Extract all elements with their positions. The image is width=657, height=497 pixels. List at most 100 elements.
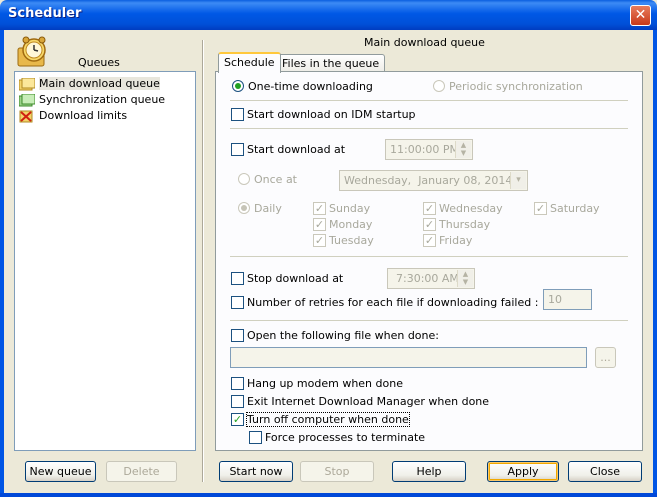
turn-off-checkbox[interactable]: ✓ Turn off computer when done: [231, 412, 410, 427]
checkmark-icon: ✓: [231, 412, 244, 426]
queue-item-label: Main download queue: [39, 77, 160, 90]
stop-download-at-checkbox[interactable]: Stop download at: [231, 271, 343, 286]
start-time-value: 11:00:00 PM: [390, 143, 460, 156]
stop-time-value: 7:30:00 AM: [396, 272, 459, 285]
retries-label: Number of retries for each file if downl…: [247, 296, 539, 309]
start-on-startup-label: Start download on IDM startup: [247, 108, 416, 121]
open-file-path-input[interactable]: [230, 347, 587, 368]
checkmark-icon: ✓: [534, 201, 547, 215]
radio-icon: [238, 173, 250, 185]
sync-folder-icon: [19, 93, 35, 106]
queue-item-sync[interactable]: Synchronization queue: [19, 92, 165, 107]
day-sunday-checkbox[interactable]: ✓ Sunday: [313, 201, 371, 216]
window-frame-left: [0, 30, 4, 497]
queue-item-limits[interactable]: Download limits: [19, 108, 127, 123]
day-tuesday-checkbox[interactable]: ✓ Tuesday: [313, 233, 374, 248]
day-wednesday-checkbox[interactable]: ✓ Wednesday: [423, 201, 503, 216]
queues-list[interactable]: Main download queue Synchronization queu…: [14, 71, 196, 451]
spinner-arrows-icon[interactable]: ▲ ▼: [455, 141, 471, 158]
day-label: Thursday: [439, 218, 491, 231]
day-monday-checkbox[interactable]: ✓ Monday: [313, 217, 373, 232]
stop-time-spinner[interactable]: 7:30:00 AM ▲ ▼: [387, 268, 475, 289]
start-download-at-checkbox[interactable]: Start download at: [231, 142, 346, 157]
checkbox-icon: [231, 376, 244, 390]
browse-file-button[interactable]: ...: [595, 347, 616, 368]
stop-button[interactable]: Stop: [300, 461, 374, 482]
close-window-button[interactable]: ✕: [630, 5, 651, 26]
help-button[interactable]: Help: [392, 461, 466, 482]
start-time-spinner[interactable]: 11:00:00 PM ▲ ▼: [385, 139, 473, 160]
queue-item-label: Synchronization queue: [39, 93, 166, 106]
periodic-sync-radio[interactable]: Periodic synchronization: [433, 80, 583, 94]
checkbox-icon: [231, 295, 244, 309]
daily-label: Daily: [254, 202, 282, 215]
checkbox-icon: [231, 142, 244, 156]
queue-item-label: Download limits: [39, 109, 128, 122]
start-now-button[interactable]: Start now: [219, 461, 293, 482]
periodic-sync-label: Periodic synchronization: [449, 80, 583, 93]
queues-label: Queues: [78, 56, 120, 69]
main-queue-title: Main download queue: [364, 36, 485, 49]
apply-button[interactable]: Apply: [487, 461, 559, 482]
date-value: January 08, 2014: [418, 174, 513, 187]
one-time-label: One-time downloading: [248, 80, 373, 93]
day-label: Wednesday: [439, 202, 503, 215]
day-thursday-checkbox[interactable]: ✓ Thursday: [423, 217, 491, 232]
hang-up-checkbox[interactable]: Hang up modem when done: [231, 376, 403, 391]
separator: [230, 100, 628, 101]
day-label: Monday: [329, 218, 373, 231]
date-picker[interactable]: Wednesday, January 08, 2014 ▾: [339, 170, 528, 191]
turn-off-label: Turn off computer when done: [246, 412, 410, 427]
close-button[interactable]: Close: [568, 461, 642, 482]
separator: [230, 128, 628, 129]
day-saturday-checkbox[interactable]: ✓ Saturday: [534, 201, 600, 216]
open-file-label: Open the following file when done:: [247, 329, 439, 342]
close-icon: ✕: [634, 7, 647, 23]
checkbox-icon: [231, 107, 244, 121]
day-label: Saturday: [550, 202, 600, 215]
checkbox-icon: [249, 430, 262, 444]
radio-icon: [232, 80, 244, 92]
hang-up-label: Hang up modem when done: [247, 377, 403, 390]
separator: [230, 256, 628, 257]
queue-folder-icon: [19, 77, 35, 90]
start-download-at-label: Start download at: [247, 143, 346, 156]
chevron-down-icon[interactable]: ▾: [510, 172, 526, 189]
window-frame-right: [653, 30, 657, 497]
scheduler-clock-icon: [17, 36, 46, 67]
date-day-value: Wednesday,: [344, 174, 412, 187]
checkbox-icon: [231, 394, 244, 408]
radio-icon: [238, 202, 250, 214]
radio-icon: [433, 80, 445, 92]
window-title: Scheduler: [8, 6, 82, 21]
day-label: Sunday: [329, 202, 371, 215]
queue-item-main[interactable]: Main download queue: [19, 76, 160, 91]
title-bar[interactable]: [0, 0, 657, 30]
checkmark-icon: ✓: [313, 233, 326, 247]
day-label: Friday: [439, 234, 473, 247]
checkbox-icon: [231, 328, 244, 342]
retries-checkbox[interactable]: Number of retries for each file if downl…: [231, 295, 539, 310]
checkbox-icon: [231, 271, 244, 285]
once-at-label: Once at: [254, 173, 297, 186]
separator: [230, 320, 628, 321]
delete-queue-button[interactable]: Delete: [106, 461, 177, 482]
spinner-arrows-icon[interactable]: ▲ ▼: [457, 270, 473, 287]
daily-radio[interactable]: Daily: [238, 202, 282, 216]
panel-divider: [202, 40, 204, 482]
start-on-startup-checkbox[interactable]: Start download on IDM startup: [231, 107, 416, 122]
new-queue-button[interactable]: New queue: [25, 461, 96, 482]
one-time-radio[interactable]: One-time downloading: [232, 80, 373, 94]
once-at-radio[interactable]: Once at: [238, 173, 297, 187]
force-terminate-label: Force processes to terminate: [265, 431, 426, 444]
checkmark-icon: ✓: [313, 201, 326, 215]
tab-schedule[interactable]: Schedule: [218, 52, 281, 73]
day-label: Tuesday: [329, 234, 374, 247]
checkmark-icon: ✓: [313, 217, 326, 231]
force-terminate-checkbox[interactable]: Force processes to terminate: [249, 430, 426, 445]
open-file-checkbox[interactable]: Open the following file when done:: [231, 328, 439, 343]
window-frame-bottom: [0, 493, 657, 497]
day-friday-checkbox[interactable]: ✓ Friday: [423, 233, 473, 248]
exit-idm-checkbox[interactable]: Exit Internet Download Manager when done: [231, 394, 489, 409]
retries-input[interactable]: 10: [543, 289, 592, 310]
